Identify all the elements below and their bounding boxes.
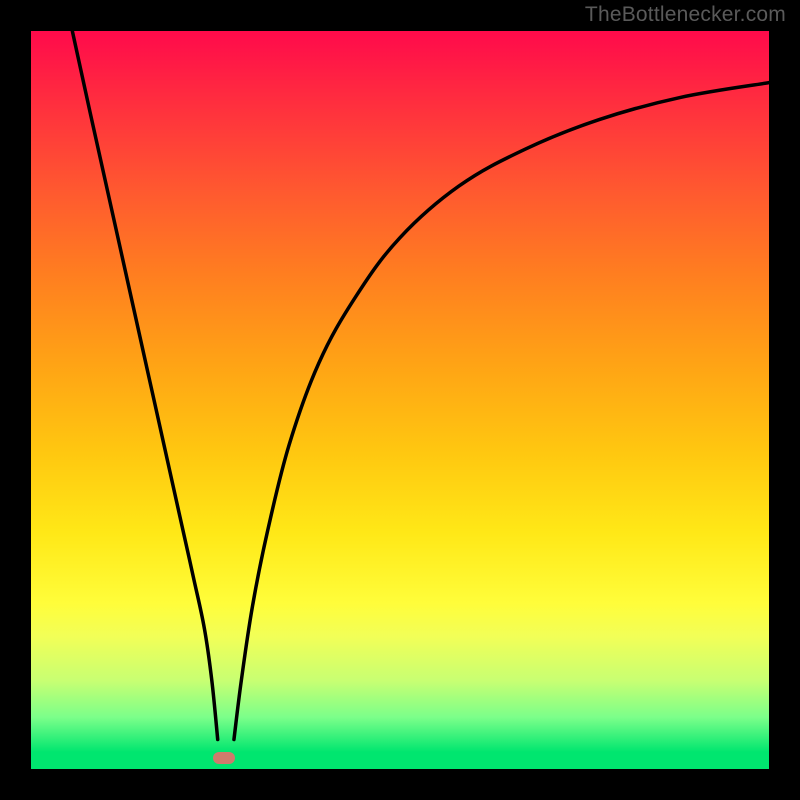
chart-frame: TheBottlenecker.com (0, 0, 800, 800)
plot-area (31, 31, 769, 769)
watermark-text: TheBottlenecker.com (585, 3, 786, 27)
curve-left-branch (72, 31, 217, 739)
minimum-marker (213, 752, 235, 764)
curve-right-branch (234, 83, 769, 740)
bottleneck-curve (31, 31, 769, 769)
